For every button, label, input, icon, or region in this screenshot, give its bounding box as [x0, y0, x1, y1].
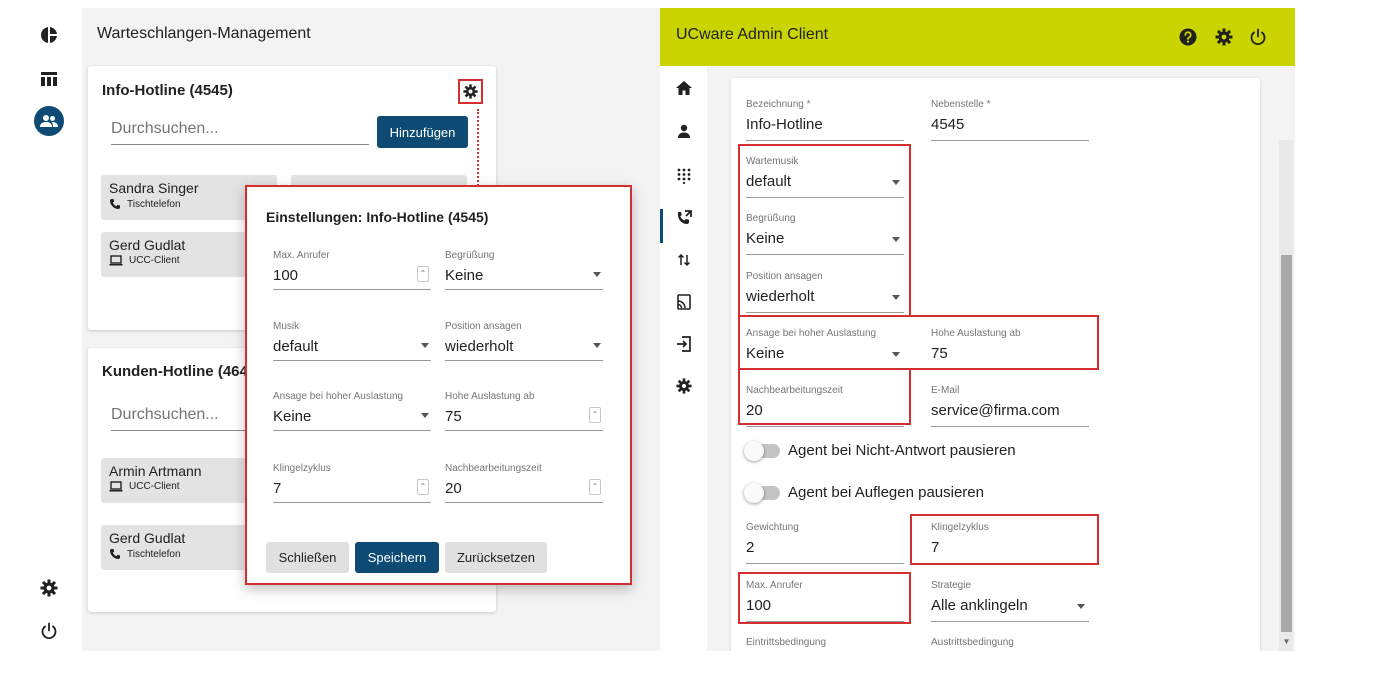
home-icon[interactable]: [672, 76, 696, 100]
reset-button[interactable]: Zurücksetzen: [445, 542, 547, 573]
settings-dialog: Einstellungen: Info-Hotline (4545) Max. …: [245, 185, 632, 585]
active-indicator: [660, 209, 663, 243]
extension-field[interactable]: Nebenstelle * 4545: [931, 99, 1089, 141]
power-icon[interactable]: [1247, 26, 1269, 48]
scrollbar-thumb[interactable]: [1281, 255, 1292, 632]
dropdown-arrow-icon: [593, 343, 601, 348]
stepper-icon[interactable]: ⌃: [417, 266, 429, 282]
pause-no-answer-row: Agent bei Nicht-Antwort pausieren: [744, 440, 1016, 461]
name-field[interactable]: Bezeichnung * Info-Hotline: [746, 99, 904, 141]
highlight-box: [910, 514, 1099, 565]
logout-power-icon[interactable]: [34, 616, 64, 646]
highlight-box: [738, 315, 1099, 370]
cast-icon[interactable]: [672, 290, 696, 314]
dialpad-icon[interactable]: [672, 164, 696, 188]
wrap-up-time-field[interactable]: Nachbearbeitungszeit 20 ⌃: [445, 463, 603, 503]
help-icon[interactable]: [1177, 26, 1199, 48]
phone-icon: [110, 549, 120, 559]
search-input[interactable]: Durchsuchen...: [111, 120, 369, 145]
app-title: UCware Admin Client: [676, 26, 829, 43]
settings-gear-icon[interactable]: [1213, 26, 1235, 48]
announce-position-select[interactable]: Position ansagen wiederholt: [445, 321, 603, 361]
queue-settings-button[interactable]: [458, 79, 483, 104]
agent-device: Tischtelefon: [127, 198, 181, 210]
sort-arrows-icon[interactable]: [672, 248, 696, 272]
highlight-box: [738, 144, 911, 316]
laptop-icon: [109, 481, 123, 492]
stepper-icon[interactable]: ⌃: [589, 479, 601, 495]
agent-name: Armin Artmann: [109, 463, 202, 479]
agent-chip[interactable]: Gerd Gudlat Tischtelefon: [101, 525, 251, 570]
join-condition-field[interactable]: Eintrittsbedingung: [746, 637, 904, 651]
app-header: UCware Admin Client: [660, 8, 1295, 66]
queue-title: Kunden-Hotline (4646: [102, 363, 257, 380]
agent-device: UCC-Client: [129, 255, 180, 266]
highlight-box: [738, 572, 911, 624]
toggle-label: Agent bei Nicht-Antwort pausieren: [788, 442, 1016, 459]
close-button[interactable]: Schließen: [266, 542, 349, 573]
high-load-threshold-field[interactable]: Hohe Auslastung ab 75 ⌃: [445, 391, 603, 431]
max-callers-field[interactable]: Max. Anrufer 100 ⌃: [273, 250, 431, 290]
dropdown-arrow-icon: [593, 272, 601, 277]
settings-gear-icon[interactable]: [34, 573, 64, 603]
login-icon[interactable]: [672, 332, 696, 356]
call-forward-icon[interactable]: [672, 206, 696, 230]
scroll-down-arrow-icon[interactable]: ▼: [1281, 636, 1292, 646]
phone-icon: [110, 199, 120, 209]
connector-line: [477, 109, 479, 189]
highlight-box: [738, 368, 911, 425]
admin-sidebar: [660, 66, 707, 651]
stepper-icon[interactable]: ⌃: [589, 407, 601, 423]
table-icon[interactable]: [34, 64, 64, 94]
agent-name: Gerd Gudlat: [109, 530, 186, 546]
agent-chip[interactable]: Armin Artmann UCC-Client: [101, 458, 251, 503]
strategy-select[interactable]: Strategie Alle anklingeln: [931, 580, 1089, 622]
users-icon[interactable]: [34, 106, 64, 136]
pause-hangup-toggle[interactable]: [744, 482, 780, 503]
leave-condition-field[interactable]: Austrittsbedingung: [931, 637, 1089, 651]
gear-icon: [463, 84, 478, 99]
queue-title: Info-Hotline (4545): [102, 82, 233, 99]
page-title: Warteschlangen-Management: [97, 25, 311, 42]
pause-hangup-row: Agent bei Auflegen pausieren: [744, 482, 984, 503]
stepper-icon[interactable]: ⌃: [417, 479, 429, 495]
greeting-select[interactable]: Begrüßung Keine: [445, 250, 603, 290]
ring-cycle-field[interactable]: Klingelzyklus 7 ⌃: [273, 463, 431, 503]
weight-field[interactable]: Gewichtung 2: [746, 522, 904, 564]
toggle-label: Agent bei Auflegen pausieren: [788, 484, 984, 501]
laptop-icon: [109, 255, 123, 266]
dropdown-arrow-icon: [1077, 604, 1085, 609]
user-icon[interactable]: [672, 119, 696, 143]
dialog-title: Einstellungen: Info-Hotline (4545): [266, 209, 489, 225]
add-button[interactable]: Hinzufügen: [377, 116, 468, 148]
email-field[interactable]: E-Mail service@firma.com: [931, 385, 1089, 427]
music-select[interactable]: Musik default: [273, 321, 431, 361]
agent-device: UCC-Client: [129, 481, 180, 492]
dropdown-arrow-icon: [421, 343, 429, 348]
agent-device: Tischtelefon: [127, 548, 181, 560]
settings-gear-icon[interactable]: [672, 374, 696, 398]
search-input[interactable]: Durchsuchen...: [111, 406, 261, 431]
high-load-announce-select[interactable]: Ansage bei hoher Auslastung Keine: [273, 391, 431, 431]
pause-no-answer-toggle[interactable]: [744, 440, 780, 461]
left-sidebar: [18, 8, 82, 651]
dashboard-pie-icon[interactable]: [34, 20, 64, 50]
dropdown-arrow-icon: [421, 413, 429, 418]
save-button[interactable]: Speichern: [355, 542, 439, 573]
